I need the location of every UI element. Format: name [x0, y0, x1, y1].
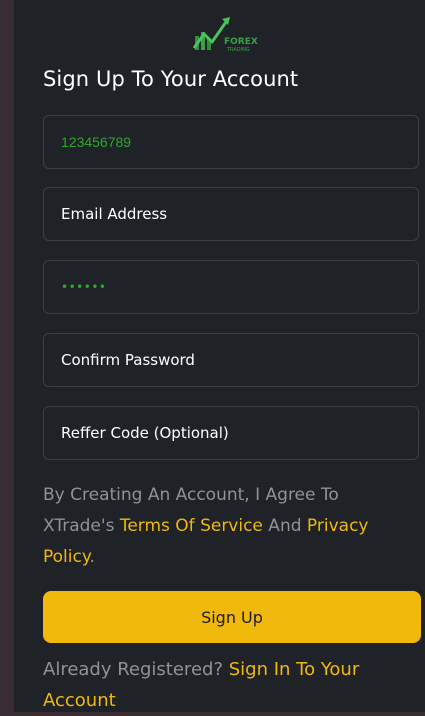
svg-text:FOREX: FOREX: [224, 37, 258, 47]
referral-code-placeholder: Reffer Code (Optional): [61, 424, 229, 442]
phone-input[interactable]: [61, 134, 401, 150]
email-placeholder: Email Address: [61, 205, 168, 223]
password-masked-value: ••••••: [61, 280, 107, 294]
agreement-suffix: .: [89, 547, 95, 567]
signin-prompt: Already Registered? Sign In To Your Acco…: [43, 654, 403, 716]
agreement-text: By Creating An Account, I Agree To XTrad…: [43, 480, 403, 573]
confirm-password-placeholder: Confirm Password: [61, 351, 195, 369]
page-title: Sign Up To Your Account: [43, 67, 299, 91]
password-field[interactable]: ••••••: [43, 260, 419, 314]
signup-panel: FOREX TRADING Sign Up To Your Account Em…: [14, 0, 425, 712]
agreement-and: And: [262, 516, 307, 536]
logo-graphic: FOREX TRADING: [192, 17, 258, 53]
terms-of-service-link[interactable]: Terms Of Service: [120, 516, 263, 536]
email-field[interactable]: Email Address: [43, 187, 419, 241]
phone-field[interactable]: [43, 115, 419, 169]
sign-up-button[interactable]: Sign Up: [43, 591, 421, 643]
signin-prefix: Already Registered?: [43, 659, 229, 680]
referral-code-field[interactable]: Reffer Code (Optional): [43, 406, 419, 460]
svg-text:TRADING: TRADING: [226, 47, 250, 53]
confirm-password-field[interactable]: Confirm Password: [43, 333, 419, 387]
forex-trading-logo: FOREX TRADING: [192, 14, 266, 54]
